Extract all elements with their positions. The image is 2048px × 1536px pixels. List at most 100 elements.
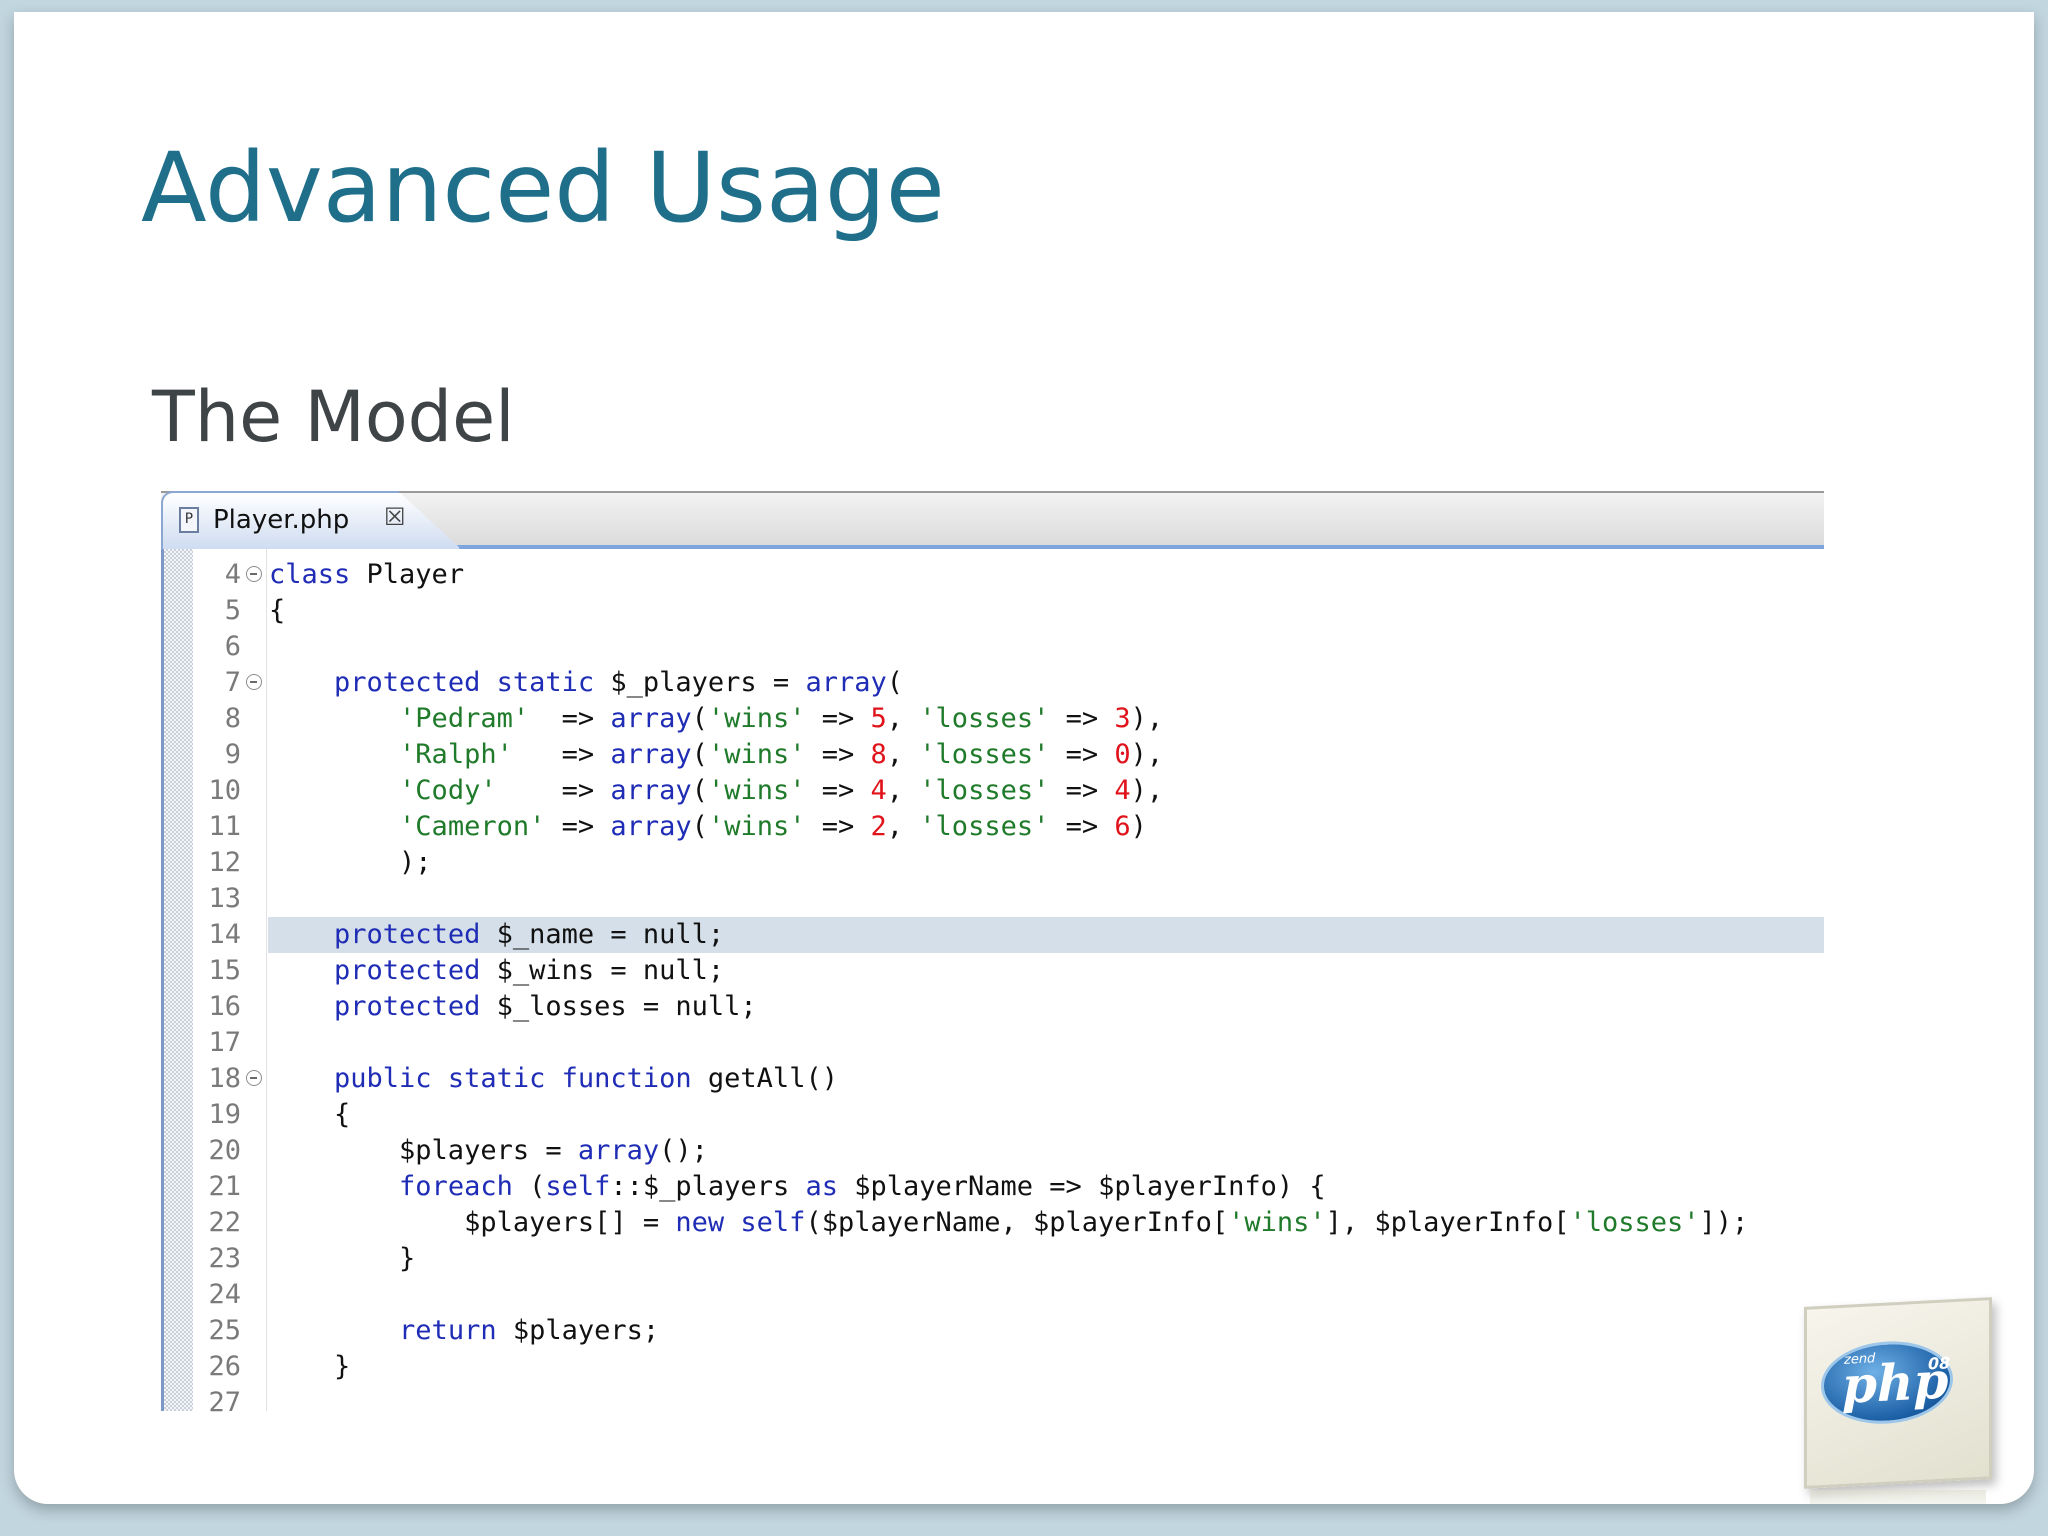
code-token-plain: ( [691, 811, 708, 842]
code-token-num: 0 [1114, 739, 1131, 770]
code-token-plain: , [886, 703, 920, 734]
code-token-plain: ]); [1699, 1207, 1749, 1238]
line-number: 4 [224, 559, 241, 590]
line-number: 21 [208, 1171, 241, 1202]
code-token-plain: => [1049, 739, 1115, 770]
code-token-str: 'losses' [1569, 1207, 1700, 1238]
code-token-plain: => [805, 739, 871, 770]
code-text: protected $_losses = null; [269, 989, 757, 1025]
code-token-num: 3 [1114, 703, 1131, 734]
code-area[interactable]: 4 class Player 5{6 7 protected static $_pla… [161, 549, 1824, 1418]
code-line[interactable]: 7 protected static $_players = array( [161, 665, 1824, 701]
code-token-plain: Player [350, 559, 465, 590]
code-token-plain: ) [1130, 811, 1147, 842]
code-token-plain: $_name = null; [480, 919, 725, 950]
line-number: 26 [208, 1351, 241, 1382]
code-token-plain: $playerName => $playerInfo) { [837, 1171, 1326, 1202]
code-token-kw: self [545, 1171, 611, 1202]
code-token-plain: (); [659, 1135, 708, 1166]
line-number: 16 [208, 991, 241, 1022]
code-line[interactable]: 21 foreach (self::$_players as $playerNa… [161, 1169, 1824, 1205]
line-number: 25 [208, 1315, 241, 1346]
code-token-plain: ( [691, 739, 708, 770]
code-token-num: 5 [870, 703, 887, 734]
editor-tab-bar: P Player.php ☒ [161, 491, 1824, 549]
code-token-num: 4 [870, 775, 887, 806]
close-tab-icon[interactable]: ☒ [384, 505, 406, 529]
code-line[interactable]: 14 protected $_name = null; [161, 917, 1824, 953]
code-token-plain: } [269, 1243, 416, 1274]
code-line[interactable]: 24 [161, 1277, 1824, 1313]
code-text: protected $_name = null; [269, 917, 724, 953]
line-number: 8 [224, 703, 241, 734]
line-number: 7 [224, 667, 241, 698]
code-token-str: 'wins' [707, 811, 806, 842]
code-line[interactable]: 10 'Cody' => array('wins' => 4, 'losses'… [161, 773, 1824, 809]
code-line[interactable]: 22 $players[] = new self($playerName, $p… [161, 1205, 1824, 1241]
code-token-kw: return [399, 1315, 497, 1346]
code-line[interactable]: 27 [161, 1385, 1824, 1421]
code-token-num: 6 [1114, 811, 1131, 842]
code-token-str: 'wins' [1228, 1207, 1326, 1238]
tab-label: Player.php [213, 505, 350, 535]
logo-reflection [1810, 1490, 1986, 1504]
code-token-plain: $players = [269, 1135, 578, 1166]
code-editor: P Player.php ☒ 4 class Player 5{6 7 protect… [161, 477, 1824, 1418]
code-line[interactable]: 16 protected $_losses = null; [161, 989, 1824, 1025]
code-token-plain: , [886, 739, 920, 770]
code-text: } [269, 1241, 415, 1277]
code-token-plain: $players; [496, 1315, 660, 1346]
code-line[interactable]: 26 } [161, 1349, 1824, 1385]
code-line[interactable]: 5{ [161, 593, 1824, 629]
code-token-kw: protected [334, 991, 481, 1022]
code-token-plain: , [886, 775, 920, 806]
code-token-kw: array [610, 703, 692, 734]
code-text: 'Ralph' => array('wins' => 8, 'losses' =… [269, 737, 1163, 773]
line-number: 9 [224, 739, 241, 770]
code-line[interactable]: 4 class Player [161, 557, 1824, 593]
code-line[interactable]: 13 [161, 881, 1824, 917]
code-token-str: 'Pedram' [399, 703, 530, 734]
slide-subtitle: The Model [152, 376, 515, 458]
code-line[interactable]: 23 } [161, 1241, 1824, 1277]
code-line[interactable]: 11 'Cameron' => array('wins' => 2, 'loss… [161, 809, 1824, 845]
code-token-plain: ( [886, 667, 903, 698]
code-text: $players[] = new self($playerName, $play… [269, 1205, 1748, 1241]
code-token-plain: ( [512, 1171, 546, 1202]
code-token-kw: protected static [334, 667, 595, 698]
code-line[interactable]: 17 [161, 1025, 1824, 1061]
line-number: 10 [208, 775, 241, 806]
line-number: 20 [208, 1135, 241, 1166]
code-line[interactable]: 9 'Ralph' => array('wins' => 8, 'losses'… [161, 737, 1824, 773]
code-line[interactable]: 20 $players = array(); [161, 1133, 1824, 1169]
code-line[interactable]: 15 protected $_wins = null; [161, 953, 1824, 989]
code-token-plain: => [805, 811, 871, 842]
code-text: 'Cameron' => array('wins' => 2, 'losses'… [269, 809, 1147, 845]
fold-collapse-icon[interactable] [246, 566, 262, 582]
code-token-plain: ), [1130, 703, 1164, 734]
code-line[interactable]: 6 [161, 629, 1824, 665]
code-line[interactable]: 19 { [161, 1097, 1824, 1133]
code-line[interactable]: 12 ); [161, 845, 1824, 881]
fold-collapse-icon[interactable] [246, 1070, 262, 1086]
code-token-kw: foreach [399, 1171, 513, 1202]
tab-player-php[interactable]: P Player.php ☒ [161, 491, 461, 549]
code-text: class Player [269, 557, 464, 593]
line-number: 18 [208, 1063, 241, 1094]
code-text: { [269, 593, 285, 629]
fold-collapse-icon[interactable] [246, 674, 262, 690]
code-text: 'Cody' => array('wins' => 4, 'losses' =>… [269, 773, 1163, 809]
code-token-num: 8 [870, 739, 887, 770]
code-line[interactable]: 25 return $players; [161, 1313, 1824, 1349]
code-line[interactable]: 18 public static function getAll() [161, 1061, 1824, 1097]
code-token-plain: { [269, 595, 286, 626]
code-line[interactable]: 8 'Pedram' => array('wins' => 5, 'losses… [161, 701, 1824, 737]
code-token-plain: => [545, 811, 611, 842]
code-token-plain: $players[] = [269, 1207, 676, 1238]
code-token-plain: => [529, 703, 611, 734]
